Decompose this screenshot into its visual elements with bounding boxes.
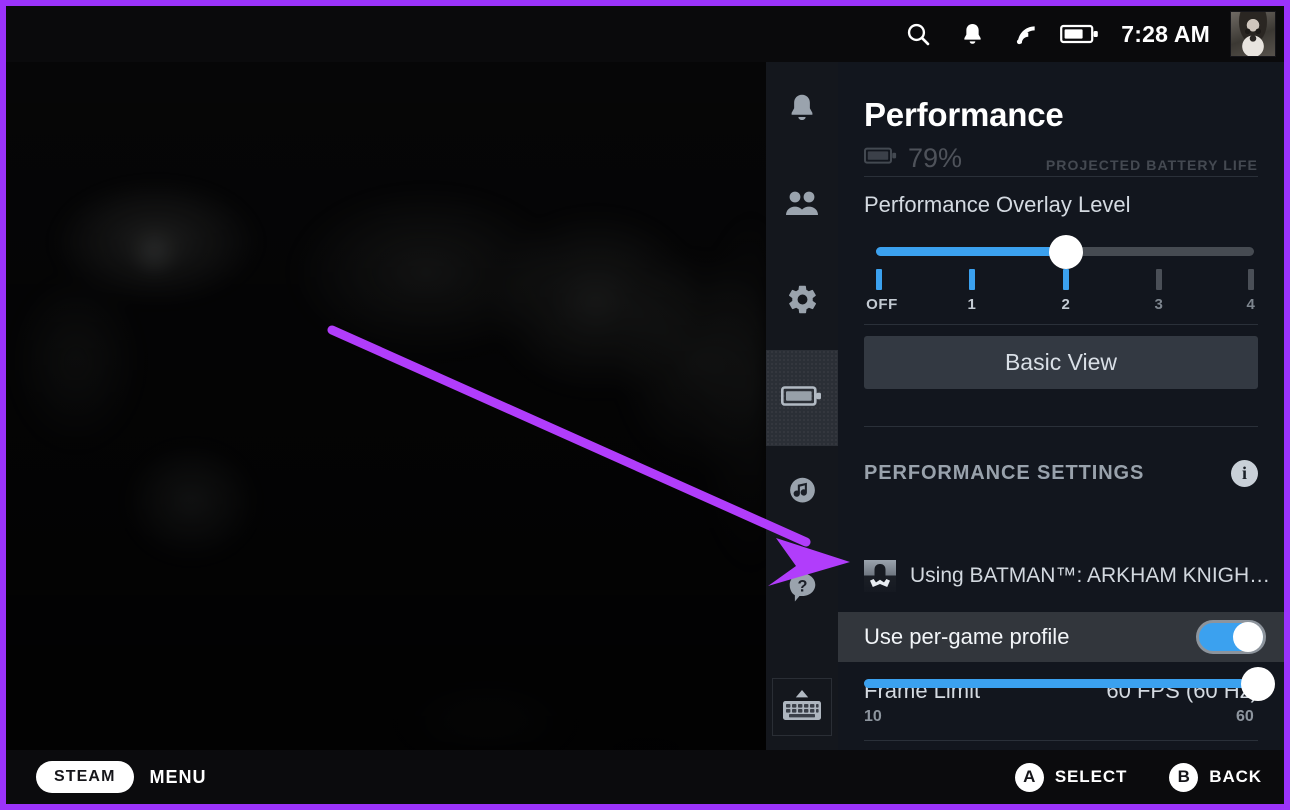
button-hints: A SELECT B BACK xyxy=(1014,762,1262,792)
hint-select[interactable]: A SELECT xyxy=(1014,762,1128,792)
battery-icon xyxy=(864,146,898,171)
sidebar-item-performance[interactable] xyxy=(766,350,838,446)
frame-limit-max: 60 xyxy=(1236,708,1254,725)
tick-label-4: 4 xyxy=(1246,296,1256,313)
battery-percent: 79% xyxy=(908,144,963,172)
status-bar: 7:28 AM xyxy=(6,6,1284,62)
use-per-game-profile-label: Use per-game profile xyxy=(864,624,1070,649)
divider-frame-limit xyxy=(864,740,1258,741)
use-per-game-profile-row[interactable]: Use per-game profile xyxy=(838,612,1284,662)
friends-people-icon xyxy=(784,189,820,223)
keyboard-icon xyxy=(780,685,824,730)
sidebar-item-help[interactable]: ? xyxy=(766,542,838,638)
active-profile-row: Using BATMAN™: ARKHAM KNIGHT pro… xyxy=(864,556,1274,596)
keyboard-button[interactable] xyxy=(772,678,832,736)
menu-label: MENU xyxy=(149,766,207,787)
battery-icon[interactable] xyxy=(1053,6,1107,62)
tick-label-3: 3 xyxy=(1154,296,1164,313)
wifi-icon[interactable] xyxy=(999,6,1053,62)
svg-text:?: ? xyxy=(797,577,807,595)
sidebar-item-music[interactable] xyxy=(766,446,838,542)
notification-bell-icon xyxy=(786,91,818,129)
performance-panel: Performance 79% PROJECTED BATTERY LIFE P… xyxy=(838,62,1284,750)
status-bar-clock: 7:28 AM xyxy=(1121,20,1210,47)
divider-top xyxy=(864,176,1258,177)
steam-deck-screen: 7:28 AM ? Performance 79% PROJECTED BATT… xyxy=(6,6,1284,804)
game-background-art xyxy=(6,62,766,750)
gear-icon xyxy=(786,283,819,321)
sidebar-item-settings[interactable] xyxy=(766,254,838,350)
projected-battery-life-label: PROJECTED BATTERY LIFE xyxy=(1045,157,1258,172)
battery-icon xyxy=(780,383,823,414)
tick-label-off: OFF xyxy=(866,296,898,313)
divider-overlay xyxy=(864,324,1258,325)
divider-view xyxy=(864,426,1258,427)
active-profile-text: Using BATMAN™: ARKHAM KNIGHT pro… xyxy=(910,564,1274,587)
hint-select-label: SELECT xyxy=(1054,767,1128,786)
hint-back[interactable]: B BACK xyxy=(1169,762,1262,792)
toggle-knob xyxy=(1233,622,1263,652)
music-note-icon xyxy=(786,475,819,513)
bottom-bar: STEAM MENU A SELECT B BACK xyxy=(6,750,1284,804)
notification-bell-icon[interactable] xyxy=(945,6,999,62)
sidebar-item-notifications[interactable] xyxy=(766,62,838,158)
use-per-game-profile-toggle[interactable] xyxy=(1196,620,1266,654)
steam-deck-screenshot-frame: 7:28 AM ? Performance 79% PROJECTED BATT… xyxy=(0,0,1290,810)
projected-battery-life-row: 79% PROJECTED BATTERY LIFE xyxy=(864,144,1258,172)
tick-label-1: 1 xyxy=(967,296,977,313)
a-button-icon: A xyxy=(1014,762,1044,792)
page-title: Performance xyxy=(864,96,1064,133)
tick-label-2: 2 xyxy=(1061,296,1071,313)
hint-back-label: BACK xyxy=(1209,767,1262,786)
batman-game-icon xyxy=(864,560,896,592)
sidebar-item-friends[interactable] xyxy=(766,158,838,254)
b-button-icon: B xyxy=(1169,762,1199,792)
basic-view-button[interactable]: Basic View xyxy=(864,336,1258,389)
steam-button[interactable]: STEAM xyxy=(36,761,134,793)
section-title: PERFORMANCE SETTINGS xyxy=(864,462,1145,484)
frame-limit-slider-knob[interactable] xyxy=(1241,666,1275,701)
performance-settings-header: PERFORMANCE SETTINGS i xyxy=(864,460,1258,487)
quick-access-rail: ? xyxy=(766,62,838,750)
search-icon[interactable] xyxy=(891,6,945,62)
avatar[interactable] xyxy=(1228,6,1276,62)
overlay-slider-knob[interactable] xyxy=(1049,234,1083,269)
question-mark-icon: ? xyxy=(786,571,819,610)
frame-limit-min: 10 xyxy=(864,708,882,725)
info-icon[interactable]: i xyxy=(1231,460,1258,487)
overlay-level-label: Performance Overlay Level xyxy=(864,192,1131,217)
